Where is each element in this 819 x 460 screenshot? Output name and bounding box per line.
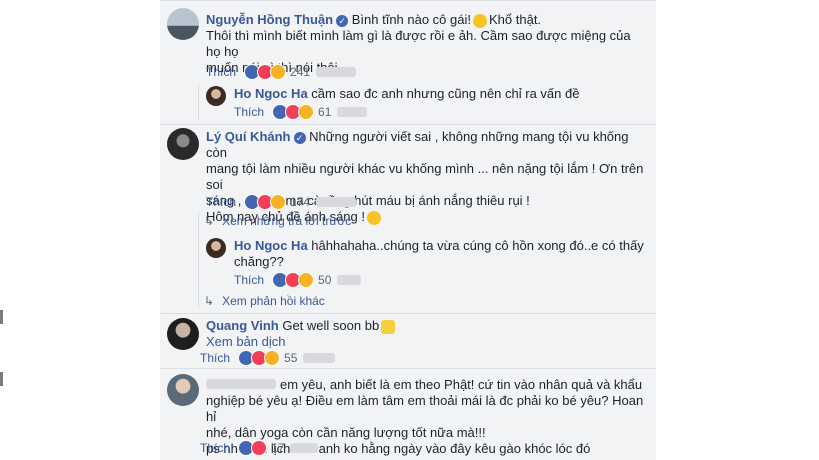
reactions[interactable] bbox=[272, 104, 315, 120]
comment-text: chăng?? bbox=[234, 254, 284, 269]
reactions[interactable] bbox=[238, 350, 281, 366]
redacted-text bbox=[290, 443, 319, 453]
redacted-text bbox=[316, 67, 357, 77]
comment-text: Get well soon bb bbox=[282, 318, 380, 333]
comment-actions: Thích 55 bbox=[200, 350, 336, 366]
divider bbox=[160, 313, 656, 314]
reply-body: Ho Ngoc Ha hâhhahaha..chúng ta vừa cúng … bbox=[234, 238, 644, 270]
reaction-count: 55 bbox=[284, 351, 298, 365]
divider bbox=[160, 368, 656, 369]
avatar[interactable] bbox=[167, 128, 199, 160]
like-button[interactable]: Thích bbox=[234, 105, 264, 119]
reaction-count: 61 bbox=[318, 105, 332, 119]
view-other-replies-link[interactable]: ↳ Xem phản hồi khác bbox=[204, 294, 325, 308]
reaction-count: 17 bbox=[271, 441, 285, 455]
avatar[interactable] bbox=[206, 238, 226, 258]
comment-text: nghiệp bé yêu ạ! Điều em làm tâm em thoả… bbox=[206, 393, 644, 424]
view-previous-replies-label: Xem những trả lời trước bbox=[222, 214, 352, 228]
reactions[interactable] bbox=[244, 194, 287, 210]
avatar[interactable] bbox=[206, 86, 226, 106]
reaction-count: 50 bbox=[318, 273, 332, 287]
comment-body: Quang Vinh Get well soon bb Xem bản dịch bbox=[206, 318, 646, 350]
comment-author[interactable]: Ho Ngoc Ha bbox=[234, 86, 308, 101]
verified-badge-icon: ✓ bbox=[336, 14, 349, 27]
comment-author[interactable]: Quang Vinh bbox=[206, 318, 279, 333]
comment-text: nhé, dân yoga còn cần năng lượng tốt nữa… bbox=[206, 425, 486, 440]
like-button[interactable]: Thích bbox=[206, 65, 236, 79]
reactions[interactable] bbox=[272, 272, 315, 288]
comment-text: hâhhahaha..chúng ta vừa cúng cô hồn xong… bbox=[311, 238, 644, 253]
view-other-replies-label: Xem phản hồi khác bbox=[222, 294, 325, 308]
flower-emoji-icon bbox=[381, 319, 396, 334]
like-button[interactable]: Thích bbox=[206, 195, 236, 209]
comment-actions: Thích 61 bbox=[234, 104, 368, 120]
thread-line bbox=[198, 212, 199, 308]
comment-text: em yêu, anh biết là em theo Phật! cứ tin… bbox=[280, 377, 643, 392]
sad-reaction-icon bbox=[270, 64, 287, 80]
reply-arrow-icon: ↳ bbox=[204, 214, 215, 228]
see-translation-link[interactable]: Xem bản dịch bbox=[206, 334, 286, 349]
redacted-author bbox=[206, 379, 276, 389]
haha-reaction-icon bbox=[264, 350, 281, 366]
avatar[interactable] bbox=[167, 8, 199, 40]
comment-actions: Thích 174 bbox=[206, 194, 357, 210]
sad-emoji-icon bbox=[473, 13, 487, 28]
reaction-count: 174 bbox=[290, 195, 311, 209]
laughing-emoji-icon bbox=[367, 210, 381, 225]
redacted-text bbox=[337, 107, 368, 117]
verified-badge-icon: ✓ bbox=[293, 131, 306, 144]
comment-author[interactable]: Ho Ngoc Ha bbox=[234, 238, 308, 253]
love-reaction-icon bbox=[251, 440, 268, 456]
comment-text: Thôi thì mình biết mình làm gì là được r… bbox=[206, 28, 631, 59]
redacted-text bbox=[303, 353, 336, 363]
haha-reaction-icon bbox=[298, 104, 315, 120]
comment-author[interactable]: Lý Quí Khánh bbox=[206, 129, 291, 144]
comment-actions: Thích 241 bbox=[206, 64, 357, 80]
redacted-text bbox=[337, 275, 362, 285]
reply-body: Ho Ngoc Ha cầm sao đc anh nhưng cũng nên… bbox=[234, 86, 644, 102]
comment-body: Lý Quí Khánh ✓ Những người viết sai , khô… bbox=[206, 129, 646, 225]
comment-text: mang tội làm nhiều người khác vu khống m… bbox=[206, 161, 644, 192]
comments-panel: Nguyễn Hồng Thuận ✓ Bình tĩnh nào cô gái!… bbox=[160, 0, 656, 460]
avatar[interactable] bbox=[167, 318, 199, 350]
divider bbox=[160, 124, 656, 125]
comment-text: Khổ thật. bbox=[489, 12, 542, 27]
avatar[interactable] bbox=[167, 374, 199, 406]
like-button[interactable]: Thích bbox=[200, 351, 230, 365]
reactions[interactable] bbox=[244, 64, 287, 80]
comment-actions: Thích 17 bbox=[200, 440, 319, 456]
haha-reaction-icon bbox=[298, 272, 315, 288]
divider bbox=[160, 0, 656, 1]
like-button[interactable]: Thích bbox=[234, 273, 264, 287]
reactions[interactable] bbox=[238, 440, 268, 456]
comment-author[interactable]: Nguyễn Hồng Thuận bbox=[206, 12, 333, 27]
comment-text: Bình tĩnh nào cô gái! bbox=[351, 12, 471, 27]
view-previous-replies-link[interactable]: ↳ Xem những trả lời trước bbox=[204, 214, 351, 228]
redacted-text bbox=[316, 197, 357, 207]
haha-reaction-icon bbox=[270, 194, 287, 210]
thread-line bbox=[198, 84, 199, 120]
like-button[interactable]: Thích bbox=[200, 441, 230, 455]
reaction-count: 241 bbox=[290, 65, 311, 79]
left-edge-mark bbox=[0, 310, 3, 324]
reply-arrow-icon: ↳ bbox=[204, 294, 215, 308]
left-edge-mark bbox=[0, 372, 3, 386]
comment-actions: Thích 50 bbox=[234, 272, 362, 288]
comment-text: cầm sao đc anh nhưng cũng nên chỉ ra vấn… bbox=[311, 86, 580, 101]
